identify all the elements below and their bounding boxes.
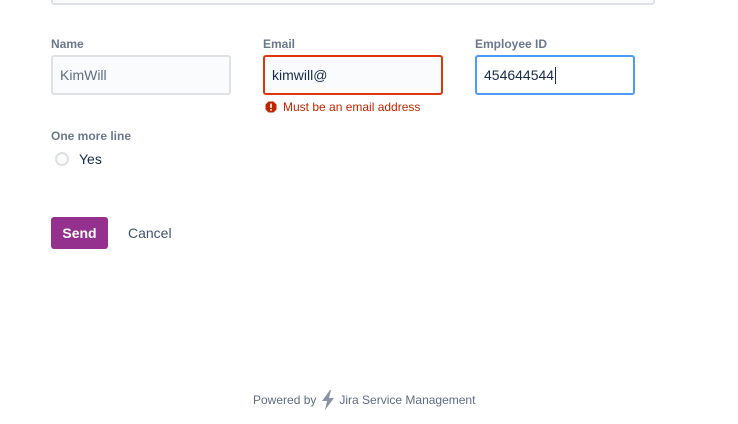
cancel-button[interactable]: Cancel — [120, 217, 180, 249]
text-caret — [555, 66, 557, 84]
one-more-line-label: One more line — [51, 129, 132, 143]
product-name[interactable]: Jira Service Management — [339, 393, 475, 407]
radio-yes-label: Yes — [79, 151, 102, 167]
request-form-page: Name KimWill Email kimwill@ Must be an e… — [0, 0, 738, 424]
name-field[interactable]: KimWill — [51, 55, 231, 95]
email-value: kimwill@ — [272, 67, 328, 83]
employee-id-label: Employee ID — [475, 37, 548, 51]
powered-by-footer: Powered by Jira Service Management — [253, 390, 475, 410]
name-value: KimWill — [60, 67, 107, 83]
previous-field[interactable] — [51, 0, 655, 5]
email-error-text: Must be an email address — [283, 100, 421, 114]
employee-id-value: 454644544 — [484, 67, 555, 83]
email-label: Email — [263, 37, 296, 51]
send-button[interactable]: Send — [51, 217, 108, 249]
email-field[interactable]: kimwill@ — [263, 55, 443, 95]
lightning-bolt-icon — [322, 390, 335, 410]
employee-id-field[interactable]: 454644544 — [475, 55, 635, 95]
radio-option-yes[interactable]: Yes — [55, 151, 102, 167]
email-error-message: Must be an email address — [265, 100, 420, 114]
radio-button[interactable] — [55, 152, 69, 166]
error-icon — [265, 101, 277, 113]
name-label: Name — [51, 37, 84, 51]
powered-by-text: Powered by — [253, 393, 317, 407]
